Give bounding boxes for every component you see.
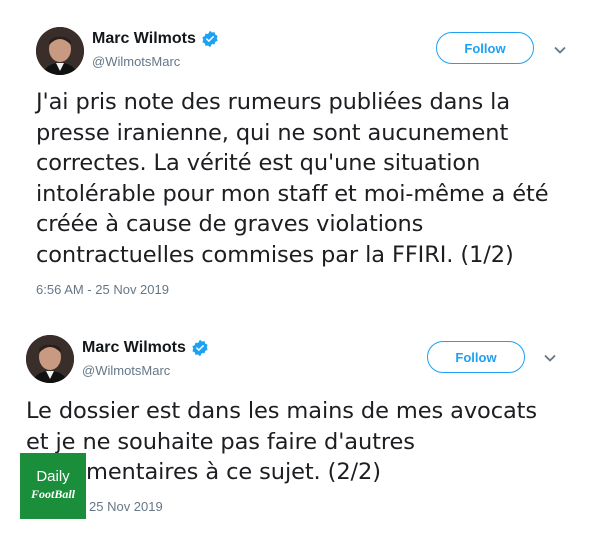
tweet-text: J'ai pris note des rumeurs publiées dans…	[36, 87, 549, 270]
tweet-text-line: créée à cause de graves violations	[36, 211, 424, 237]
tweet-text-line: et je ne souhaite pas faire d'autres	[26, 428, 415, 455]
chevron-down-icon[interactable]	[543, 351, 557, 365]
verified-badge-icon	[201, 30, 219, 48]
avatar[interactable]	[36, 27, 84, 75]
tweet-text-line: J'ai pris note des rumeurs publiées dans…	[36, 89, 511, 115]
tweet-timestamp[interactable]: 25 Nov 2019	[89, 499, 163, 514]
follow-button[interactable]: Follow	[436, 32, 534, 64]
tweet-text-line: presse iranienne, qui ne sont aucunement	[36, 119, 509, 146]
verified-badge-icon	[191, 339, 209, 357]
tweet-text-line: correctes. La vérité est qu'une situatio…	[36, 150, 481, 176]
tweet-text-line: Le dossier est dans les mains de mes avo…	[26, 398, 538, 424]
author-handle[interactable]: @WilmotsMarc	[82, 363, 170, 378]
author-name[interactable]: Marc Wilmots	[92, 30, 219, 48]
chevron-down-icon[interactable]	[553, 43, 567, 57]
author-name-text[interactable]: Marc Wilmots	[92, 30, 196, 48]
tweet-text-line: intolérable pour mon staff et moi-même a…	[36, 180, 549, 207]
watermark-daily-text: Daily	[36, 468, 70, 485]
author-name-text[interactable]: Marc Wilmots	[82, 339, 186, 357]
follow-button[interactable]: Follow	[427, 341, 525, 373]
tweet-1: Marc Wilmots @WilmotsMarc Follow J'ai pr…	[0, 0, 600, 310]
author-name[interactable]: Marc Wilmots	[82, 339, 209, 357]
watermark-logo: Daily FootBall	[20, 453, 86, 519]
tweet-text: Le dossier est dans les mains de mes avo…	[26, 396, 537, 488]
tweet-text-line: contractuelles commises par la FFIRI. (1…	[36, 241, 514, 268]
tweet-2: Marc Wilmots @WilmotsMarc Follow Le doss…	[0, 310, 600, 539]
author-handle[interactable]: @WilmotsMarc	[92, 54, 180, 69]
tweet-text-line: mentaires à ce sujet. (2/2)	[86, 459, 381, 485]
avatar[interactable]	[26, 335, 74, 383]
watermark-football-text: FootBall	[30, 487, 75, 501]
tweet-timestamp[interactable]: 6:56 AM - 25 Nov 2019	[36, 282, 169, 297]
